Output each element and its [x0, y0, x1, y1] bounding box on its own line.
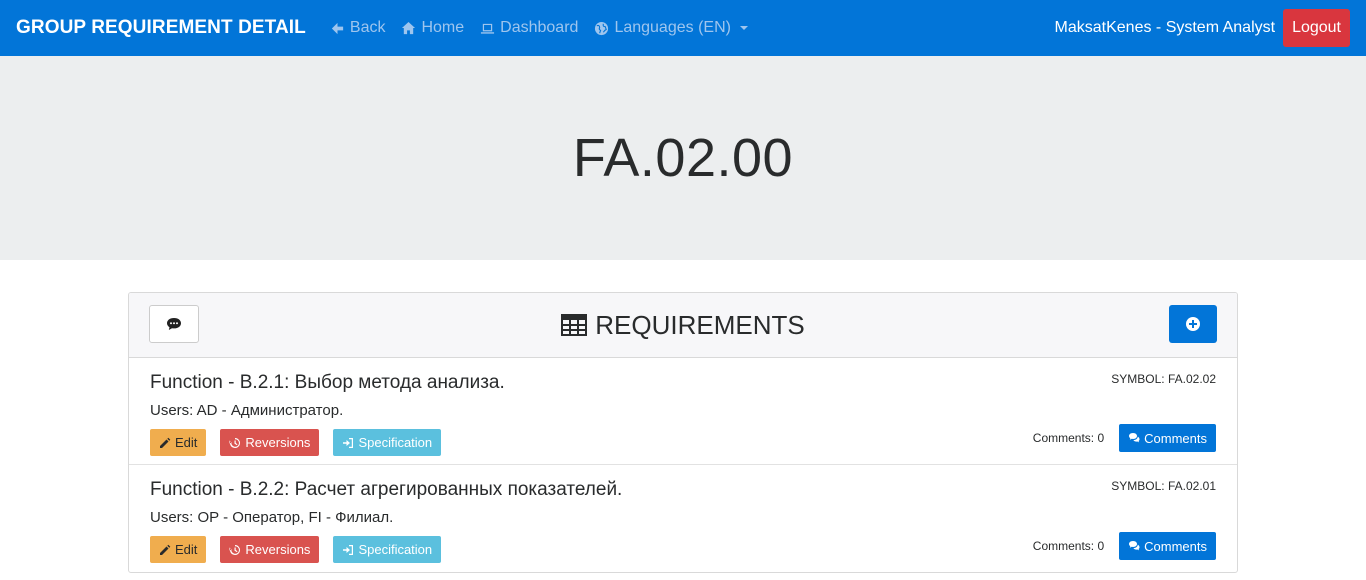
comments-button-label: Comments [1144, 538, 1207, 554]
languages-dropdown[interactable]: Languages (EN) [594, 19, 748, 37]
nav-link-back-label: Back [349, 19, 386, 36]
specification-button[interactable]: Specification [333, 429, 442, 456]
current-user: MaksatKenes - System Analyst [1054, 19, 1276, 36]
reversions-button[interactable]: Reversions [220, 536, 320, 563]
navbar-brand[interactable]: GROUP REQUIREMENT DETAIL [16, 17, 306, 39]
specification-label: Specification [358, 435, 433, 450]
logout-button[interactable]: Logout [1283, 9, 1350, 47]
comments-icon [1129, 541, 1140, 551]
laptop-icon [481, 23, 495, 34]
comments-count: Comments: 0 [1032, 431, 1105, 445]
requirements-heading: REQUIREMENTS [561, 309, 805, 341]
home-icon [402, 21, 416, 34]
nav-link-home-label: Home [421, 19, 465, 36]
requirement-symbol: SYMBOL: FA.02.01 [1111, 479, 1216, 493]
nav-link-dashboard-label: Dashboard [500, 19, 579, 36]
sign-in-icon [343, 544, 354, 555]
comments-button[interactable]: Comments [1119, 532, 1216, 560]
comments-button[interactable]: Comments [1119, 424, 1216, 452]
specification-label: Specification [358, 542, 433, 557]
history-icon [229, 544, 241, 555]
comments-area: Comments: 0 Comments [1033, 532, 1216, 560]
add-requirement-button[interactable] [1169, 305, 1217, 343]
requirements-card-header: REQUIREMENTS [129, 293, 1237, 358]
edit-button[interactable]: Edit [150, 429, 207, 456]
jumbotron: FA.02.00 [0, 56, 1366, 260]
nav-links: Back Home Dashboard Languages (EN) [330, 19, 748, 37]
list-item: Function - B.2.2: Расчет агрегированных … [129, 465, 1237, 572]
sign-in-icon [343, 437, 354, 448]
requirement-symbol: SYMBOL: FA.02.02 [1111, 372, 1216, 386]
table-icon [561, 314, 588, 336]
comments-count: Comments: 0 [1032, 539, 1105, 553]
comments-area: Comments: 0 Comments [1033, 424, 1216, 452]
group-comments-button[interactable] [149, 305, 199, 343]
edit-label: Edit [175, 542, 198, 557]
list-item: Function - B.2.1: Выбор метода анализа. … [129, 358, 1237, 465]
pencil-icon [160, 544, 171, 555]
page-title: FA.02.00 [572, 128, 794, 188]
requirements-heading-label: REQUIREMENTS [595, 309, 805, 340]
comment-icon [167, 318, 181, 330]
requirement-title: Function - B.2.1: Выбор метода анализа. [150, 372, 505, 393]
plus-circle-icon [1186, 317, 1200, 331]
chevron-down-icon [739, 26, 748, 30]
edit-button[interactable]: Edit [150, 536, 207, 563]
requirement-users: Users: AD - Администратор. [150, 402, 344, 419]
languages-label: Languages (EN) [614, 19, 731, 36]
specification-button[interactable]: Specification [333, 536, 442, 563]
reversions-label: Reversions [245, 435, 311, 450]
nav-link-dashboard[interactable]: Dashboard [480, 19, 578, 37]
reversions-button[interactable]: Reversions [220, 429, 320, 456]
comments-button-label: Comments [1144, 430, 1207, 446]
history-icon [229, 437, 241, 448]
top-navbar: GROUP REQUIREMENT DETAIL Back Home Dashb… [0, 0, 1366, 56]
requirement-title: Function - B.2.2: Расчет агрегированных … [150, 479, 623, 500]
arrow-left-icon [331, 22, 344, 34]
edit-label: Edit [175, 435, 198, 450]
pencil-icon [160, 437, 171, 448]
requirement-users: Users: OP - Оператор, FI - Филиал. [150, 509, 394, 526]
navbar-right: MaksatKenes - System Analyst Logout [1055, 9, 1350, 47]
globe-icon [595, 21, 609, 35]
reversions-label: Reversions [245, 542, 311, 557]
requirements-card: REQUIREMENTS Function - B.2.1: Выбор мет… [128, 292, 1238, 573]
nav-link-back[interactable]: Back [330, 19, 386, 37]
nav-link-home[interactable]: Home [401, 19, 464, 37]
comments-icon [1129, 433, 1140, 443]
